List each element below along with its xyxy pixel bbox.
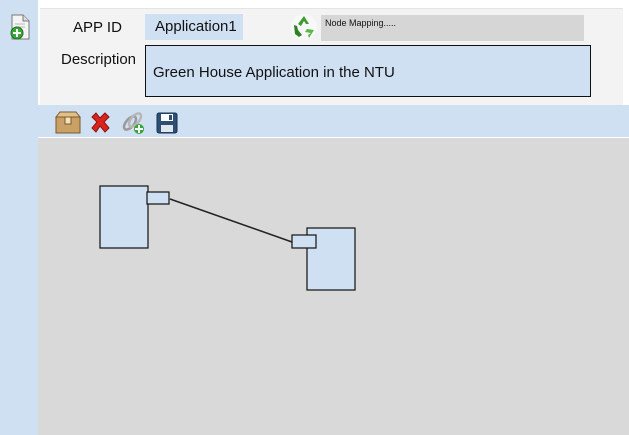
description-label: Description: [61, 51, 137, 68]
recycle-icon: [290, 13, 318, 41]
node-mapping-progress: Node Mapping.....: [321, 15, 584, 41]
connection-line[interactable]: [169, 198, 293, 243]
workflow-canvas[interactable]: [38, 138, 629, 435]
node-1-output-port[interactable]: [146, 191, 170, 205]
add-document-icon[interactable]: [9, 14, 31, 40]
toolbar: [38, 105, 629, 137]
node-1[interactable]: [99, 185, 149, 249]
app-id-field[interactable]: Application1: [145, 14, 243, 40]
left-sidebar: [0, 0, 38, 435]
package-icon[interactable]: [54, 111, 82, 135]
description-field[interactable]: Green House Application in the NTU: [145, 45, 591, 97]
node-2-input-port[interactable]: [291, 234, 317, 249]
delete-icon[interactable]: [88, 111, 112, 135]
app-id-label: APP ID: [73, 19, 122, 36]
link-add-icon[interactable]: [121, 111, 145, 135]
save-icon[interactable]: [155, 111, 179, 135]
progress-text: Node Mapping.....: [325, 18, 397, 28]
